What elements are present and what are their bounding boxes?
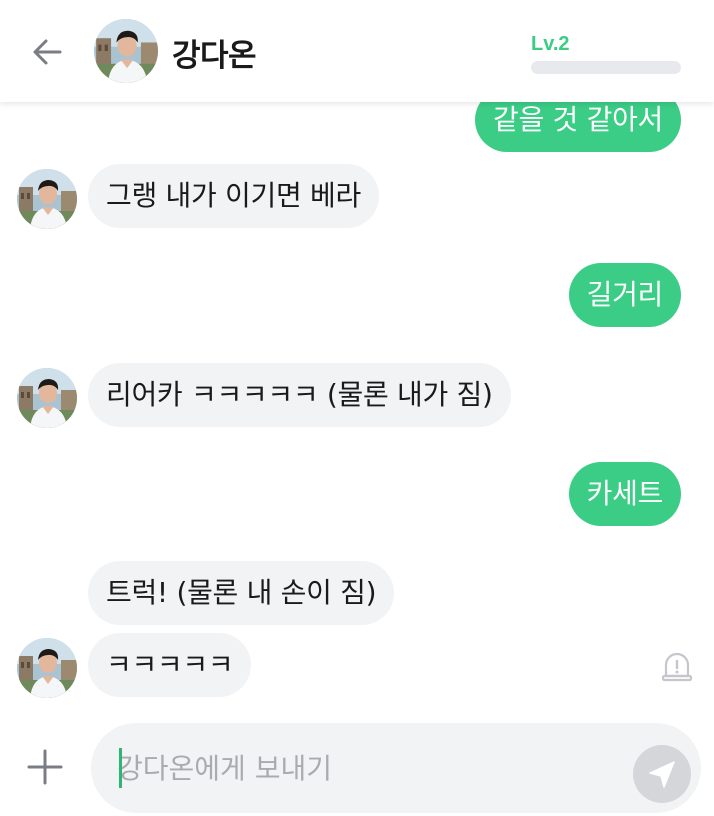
chat-header: 강다온 Lv.2: [0, 0, 714, 102]
outgoing-message: 길거리: [568, 263, 681, 327]
contact-name: 강다온: [172, 38, 257, 74]
message-list[interactable]: 같을 것 같아서 그랭 내가 이기면 베라 길거리 리어카 ㅋㅋㅋㅋㅋ (물론 …: [0, 102, 714, 716]
back-button[interactable]: [26, 32, 70, 72]
report-icon[interactable]: [660, 650, 694, 684]
message-text: 트럭! (물론 내 손이 짐): [106, 576, 377, 609]
send-icon: [649, 761, 675, 788]
level-label: Lv.2: [531, 33, 570, 55]
sender-avatar[interactable]: [17, 368, 77, 428]
message-text: 같을 것 같아서: [493, 103, 663, 136]
plus-icon: [27, 749, 63, 785]
incoming-message: 리어카 ㅋㅋㅋㅋㅋ (물론 내가 짐): [88, 363, 511, 427]
contact-avatar[interactable]: [94, 19, 158, 83]
message-input-box[interactable]: [91, 723, 701, 813]
back-arrow-icon: [33, 39, 62, 65]
message-text: 그랭 내가 이기면 베라: [106, 179, 361, 212]
incoming-message: 트럭! (물론 내 손이 짐): [88, 561, 395, 625]
incoming-message: ㅋㅋㅋㅋㅋ: [88, 633, 252, 697]
message-text: 카세트: [586, 477, 664, 510]
avatar: [94, 19, 158, 83]
send-button[interactable]: [633, 745, 691, 803]
sender-avatar[interactable]: [17, 169, 77, 229]
attach-button[interactable]: [26, 748, 64, 786]
message-text: 길거리: [586, 278, 664, 311]
text-caret: [119, 748, 122, 788]
sender-avatar[interactable]: [17, 638, 77, 698]
incoming-message: 그랭 내가 이기면 베라: [88, 164, 379, 228]
message-text: 리어카 ㅋㅋㅋㅋㅋ (물론 내가 짐): [106, 378, 493, 411]
outgoing-message-partial: 같을 것 같아서: [475, 102, 681, 152]
message-text: ㅋㅋㅋㅋㅋ: [106, 648, 234, 681]
outgoing-message: 카세트: [568, 462, 681, 526]
level-progress-bar: [531, 61, 681, 74]
message-input[interactable]: [117, 745, 597, 791]
message-composer: [0, 716, 714, 816]
